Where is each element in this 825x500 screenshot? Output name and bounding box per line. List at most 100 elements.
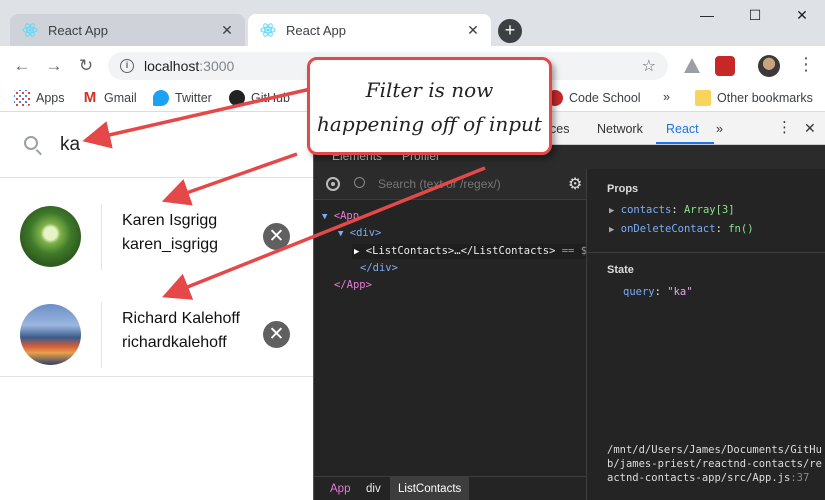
breadcrumb-app[interactable]: App [330,483,350,495]
prop-key: onDeleteContact [620,223,716,235]
bookmarks-overflow-icon[interactable]: » [663,90,670,104]
state-value[interactable]: "ka" [667,286,692,298]
state-row[interactable]: query: "ka" [623,286,693,298]
divider [0,376,313,377]
close-tab-icon[interactable]: ✕ [219,22,235,38]
forward-icon[interactable]: → [42,54,66,78]
contact-list-item: Karen Isgrigg karen_isgrigg ✕ [0,190,313,288]
browser-tab-title: React App [48,22,108,38]
tree-node-app-close: </App> [334,279,372,291]
breadcrumb-listcontacts[interactable]: ListContacts [390,477,470,500]
minimize-icon[interactable]: — [698,6,716,24]
tab-network[interactable]: Network [597,122,643,136]
tree-node-label: <App [333,210,360,222]
overflow-label: » [663,90,670,104]
contact-handle: karen_isgrigg [122,236,219,253]
twitter-icon [153,90,169,106]
search-icon [24,136,38,150]
tree-node-div-close: </div> [360,262,398,274]
tree-node-listcontacts-selected[interactable]: ▶ <ListContacts>…</ListContacts> == $r [352,244,593,259]
expand-triangle-icon[interactable]: ▶ [609,206,614,216]
folder-icon [695,90,711,106]
prop-value: fn() [728,223,754,235]
bookmark-star-icon[interactable]: ☆ [642,56,656,76]
breadcrumb-div[interactable]: div [366,483,381,495]
close-window-icon[interactable]: ✕ [793,6,811,24]
component-search-input[interactable]: Search (text or /regex/) [378,177,501,191]
react-favicon-icon [260,23,276,37]
props-pane: Props ▶ contacts: Array[3] ▶ onDeleteCon… [586,169,825,500]
active-tab-indicator [656,142,714,144]
url-port: :3000 [199,58,235,74]
info-icon[interactable]: i [120,59,134,73]
tab-strip: React App ✕ React App ✕ + — ☐ ✕ [0,0,825,46]
annotation-callout: Filter is now happening off of input [307,57,552,155]
tab-overflow-icon[interactable]: » [716,122,723,136]
react-favicon-icon [22,23,38,37]
tree-node-app[interactable]: ▼ <App [322,210,359,222]
component-tree-pane: Search (text or /regex/) ⚙ ▼ <App ▼ <div… [314,169,593,480]
gmail-icon: M [83,89,97,106]
contact-name: Karen Isgrigg [122,212,218,229]
tree-node-label: <div> [349,227,382,239]
close-devtools-icon[interactable]: ✕ [804,120,816,137]
contact-handle: richardkalehoff [122,334,227,351]
contact-avatar [20,304,81,365]
collapse-triangle-icon[interactable]: ▼ [338,229,343,239]
new-tab-button[interactable]: + [498,19,522,43]
source-line-number: :37 [790,472,810,484]
annotation-text-line-2: happening off of input [317,112,542,136]
bookmark-github[interactable]: GitHub [229,90,290,106]
contacts-app: ka Karen Isgrigg karen_isgrigg ✕ Richard… [0,112,313,500]
maximize-icon[interactable]: ☐ [746,6,764,24]
browser-tab-2-active[interactable]: React App ✕ [248,14,491,46]
search-input[interactable]: ka [60,134,80,156]
bookmark-other[interactable]: Other bookmarks [695,90,813,106]
breadcrumb: App div ListContacts [314,476,586,500]
bookmark-label: Gmail [104,91,137,105]
prop-row[interactable]: ▶ onDeleteContact: fn() [609,223,754,235]
remove-contact-button[interactable]: ✕ [263,321,290,348]
tab-sources[interactable]: ces [550,122,569,136]
bookmark-apps[interactable]: Apps [14,90,65,106]
search-bar[interactable]: ka [0,112,313,178]
bookmark-twitter[interactable]: Twitter [153,90,212,106]
settings-gear-icon[interactable]: ⚙ [568,174,582,194]
devtools-menu-icon[interactable]: ⋮ [777,118,792,136]
expand-triangle-icon[interactable]: ▶ [609,225,614,235]
profile-avatar[interactable] [758,55,780,77]
tree-node-label: </div> [360,262,398,274]
props-title: Props [607,183,639,195]
expand-triangle-icon[interactable]: ▶ [354,247,359,257]
source-path[interactable]: /mnt/d/Users/James/Documents/GitHub/jame… [607,443,822,485]
devtools-panel: ces Network React » ⋮ ✕ Elements Profile… [313,112,825,500]
tab-react[interactable]: React [666,122,699,136]
browser-tab-title: React App [286,22,346,38]
back-icon[interactable]: ← [10,54,34,78]
state-key: query [623,286,655,298]
collapse-triangle-icon[interactable]: ▼ [322,212,327,222]
browser-tab-1[interactable]: React App ✕ [10,14,245,46]
bookmark-gmail[interactable]: M Gmail [82,90,137,106]
bookmark-label: GitHub [251,91,290,105]
contact-avatar [20,206,81,267]
contact-name: Richard Kalehoff [122,310,240,327]
bookmark-code-school[interactable]: Code School [547,90,641,106]
url-host: localhost [144,58,200,74]
extension-icon[interactable] [715,56,735,76]
remove-contact-button[interactable]: ✕ [263,223,290,250]
prop-key: contacts [620,204,672,216]
tree-node-div[interactable]: ▼ <div> [338,227,381,239]
drive-extension-icon[interactable] [684,58,700,73]
menu-kebab-icon[interactable]: ⋮ [797,54,815,75]
close-tab-icon[interactable]: ✕ [465,22,481,38]
bookmark-label: Other bookmarks [717,91,813,105]
select-element-icon[interactable] [326,177,340,191]
contact-list-item: Richard Kalehoff richardkalehoff ✕ [0,288,313,386]
url-text: localhost:3000 [144,58,234,74]
reload-icon[interactable]: ↻ [74,54,98,78]
bookmark-label: Code School [569,91,641,105]
divider [587,252,825,253]
prop-row[interactable]: ▶ contacts: Array[3] [609,204,735,216]
component-search: Search (text or /regex/) ⚙ [314,169,586,200]
